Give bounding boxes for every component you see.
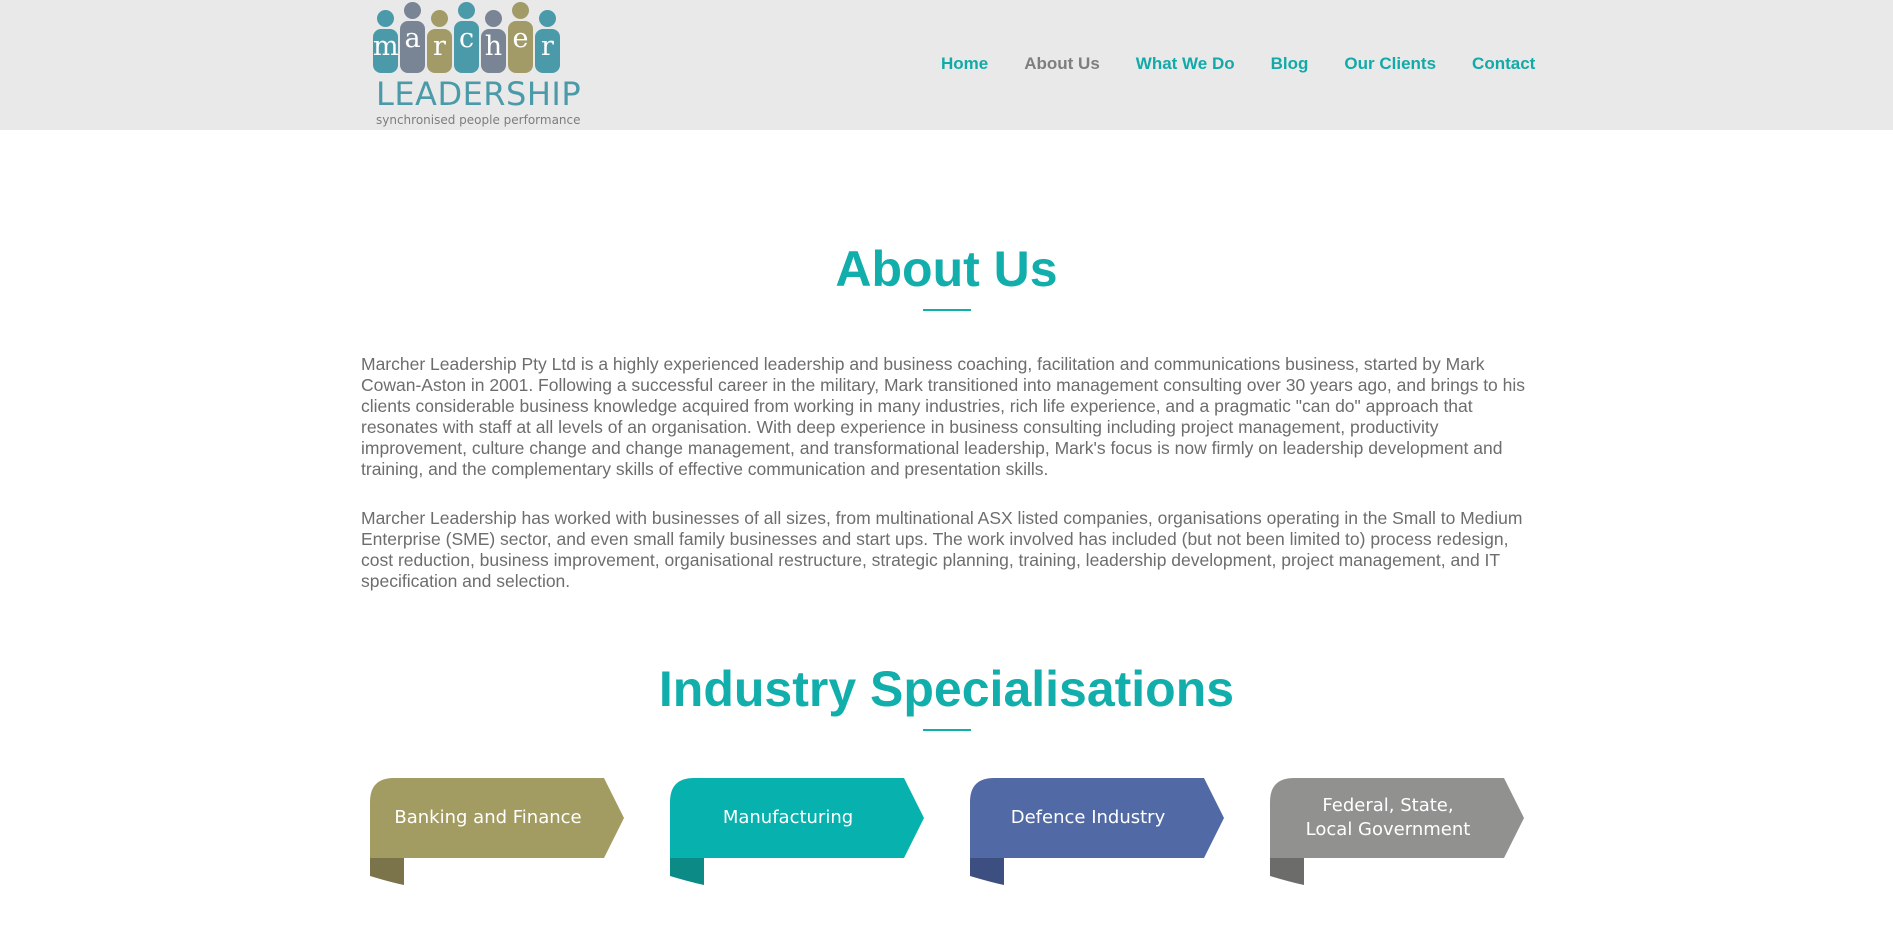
nav-our-clients[interactable]: Our Clients xyxy=(1344,54,1436,76)
nav-blog[interactable]: Blog xyxy=(1271,54,1309,76)
industry-government[interactable]: Federal, State, Local Government xyxy=(1270,778,1525,888)
logo-person-head xyxy=(431,10,448,27)
nav-about-us[interactable]: About Us xyxy=(1024,54,1100,76)
logo-person: e xyxy=(508,0,533,78)
logo-people-graphic: marcher xyxy=(373,0,569,78)
logo-person-letter: e xyxy=(508,21,533,73)
logo-wordmark: LEADERSHIP xyxy=(376,75,582,113)
logo-person-head xyxy=(404,2,421,19)
logo-person-head xyxy=(539,10,556,27)
about-heading-divider xyxy=(923,309,971,311)
nav-what-we-do[interactable]: What We Do xyxy=(1136,54,1235,76)
logo-person-letter: r xyxy=(535,29,560,73)
logo-person: c xyxy=(454,0,479,78)
logo-tagline: synchronised people performance xyxy=(376,113,581,127)
site-header: marcher LEADERSHIP synchronised people p… xyxy=(0,0,1893,130)
industry-heading-divider xyxy=(923,729,971,731)
industry-manufacturing[interactable]: Manufacturing xyxy=(670,778,925,888)
logo-person: r xyxy=(427,0,452,78)
industry-banking-and-finance[interactable]: Banking and Finance xyxy=(370,778,625,888)
logo-person-head xyxy=(458,2,475,19)
industry-defence[interactable]: Defence Industry xyxy=(970,778,1225,888)
about-us-heading: About Us xyxy=(835,241,1058,297)
industry-label: Defence Industry xyxy=(1010,807,1166,828)
nav-home[interactable]: Home xyxy=(941,54,988,76)
logo-person-letter: a xyxy=(400,21,425,73)
industry-label: Federal, State, Local Government xyxy=(1305,795,1471,840)
logo-person-head xyxy=(512,2,529,19)
about-paragraph-1: Marcher Leadership Pty Ltd is a highly e… xyxy=(361,354,1526,479)
marcher-leadership-logo[interactable]: marcher LEADERSHIP synchronised people p… xyxy=(373,0,581,128)
logo-person-head xyxy=(485,10,502,27)
logo-person-head xyxy=(377,10,394,27)
logo-person: h xyxy=(481,0,506,78)
nav-contact[interactable]: Contact xyxy=(1472,54,1535,76)
about-paragraph-2: Marcher Leadership has worked with busin… xyxy=(361,508,1523,591)
industry-label: Banking and Finance xyxy=(394,807,582,828)
logo-person-letter: m xyxy=(373,29,399,73)
main-nav: Home About Us What We Do Blog Our Client… xyxy=(941,54,1571,76)
logo-person: a xyxy=(400,0,425,78)
industry-label: Manufacturing xyxy=(722,807,854,828)
logo-person-letter: r xyxy=(427,29,452,73)
logo-person-letter: h xyxy=(481,29,506,73)
logo-person-letter: c xyxy=(454,21,479,73)
logo-person: m xyxy=(373,0,399,78)
logo-person: r xyxy=(535,0,560,78)
industry-specialisations-heading: Industry Specialisations xyxy=(658,661,1235,717)
